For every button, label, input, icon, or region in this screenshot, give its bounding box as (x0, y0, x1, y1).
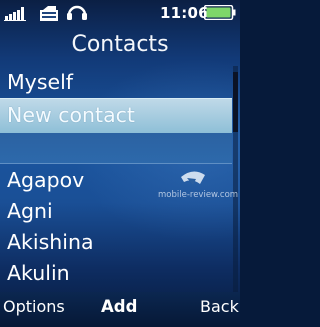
softkey-bar: Options Add Back (0, 292, 240, 327)
headset-icon (67, 5, 87, 20)
scroll-thumb[interactable] (233, 72, 238, 132)
contact-name: Akulin (7, 261, 70, 285)
message-icon (40, 6, 58, 21)
contact-item[interactable]: Agni (0, 196, 232, 226)
list-item-myself[interactable]: Myself (0, 66, 232, 96)
watermark-logo-icon (181, 171, 205, 185)
battery-icon (204, 5, 236, 20)
options-softkey[interactable]: Options (3, 296, 65, 318)
section-divider (0, 133, 232, 164)
contact-item[interactable]: Akulin (0, 258, 232, 288)
add-softkey[interactable]: Add (101, 296, 137, 318)
contact-name: Akishina (7, 230, 94, 254)
back-softkey[interactable]: Back (200, 296, 239, 318)
list-item-new-contact[interactable]: New contact (0, 98, 232, 134)
contact-item[interactable]: Akishina (0, 227, 232, 257)
contact-name: Agni (7, 199, 53, 223)
scrollbar[interactable] (233, 66, 238, 294)
list-item-label: Myself (7, 70, 74, 94)
page-title: Contacts (71, 32, 169, 57)
contact-name: Agapov (7, 168, 85, 192)
list-item-label: New contact (7, 103, 135, 127)
watermark: mobile-review.com (158, 190, 239, 200)
signal-icon (4, 7, 26, 21)
clock: 11:06 (160, 4, 209, 22)
phone-screen: 11:06 Contacts Myself New contact Agapov… (0, 0, 240, 327)
status-bar: 11:06 (0, 0, 240, 26)
